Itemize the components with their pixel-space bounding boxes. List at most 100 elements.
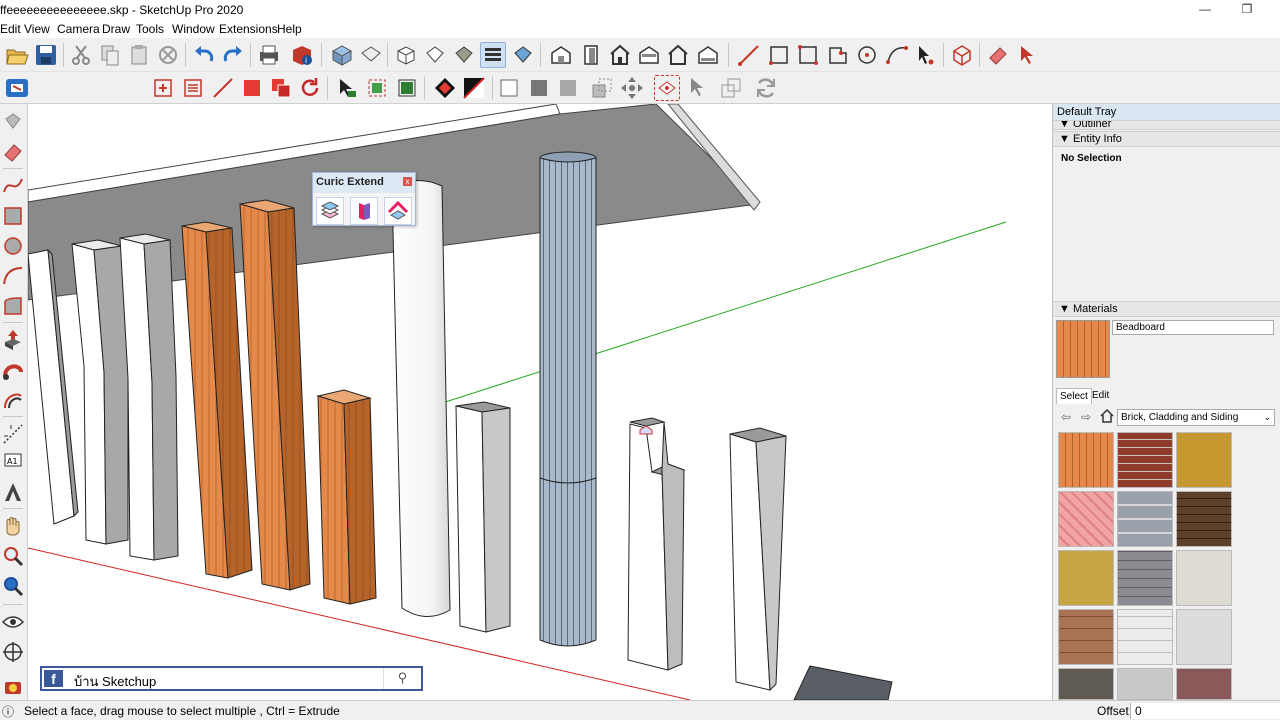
eraser-left-icon[interactable]	[1, 140, 25, 164]
erase-icon[interactable]	[155, 42, 181, 68]
green-box-icon[interactable]	[364, 75, 390, 101]
walk-icon[interactable]	[1, 640, 25, 664]
left-view-icon[interactable]	[695, 42, 721, 68]
add-point-icon[interactable]	[150, 75, 176, 101]
push-pull-icon[interactable]	[1, 328, 25, 352]
save-icon[interactable]	[33, 42, 59, 68]
menu-view[interactable]: View	[24, 22, 50, 36]
home-view-icon[interactable]	[607, 42, 633, 68]
redo-icon[interactable]	[220, 42, 246, 68]
wireframe-icon[interactable]	[422, 42, 448, 68]
curic-extend-up-icon[interactable]	[384, 197, 412, 225]
menu-help[interactable]: Help	[277, 22, 302, 36]
position-camera-icon[interactable]	[1, 674, 25, 698]
select-grey-icon[interactable]	[684, 75, 710, 101]
minimize-button[interactable]: —	[1190, 2, 1220, 20]
select-arrow-green-icon[interactable]	[334, 75, 360, 101]
materials-section[interactable]: ▼ Materials	[1053, 301, 1280, 317]
list-frame-icon[interactable]	[180, 75, 206, 101]
eraser-icon[interactable]	[985, 42, 1011, 68]
menu-edit[interactable]: Edit	[0, 22, 21, 36]
menu-window[interactable]: Window	[172, 22, 215, 36]
look-around-icon[interactable]	[1, 610, 25, 634]
material-swatch[interactable]	[1117, 550, 1173, 606]
copy-icon[interactable]	[97, 42, 123, 68]
outliner-section[interactable]: ▼ Outliner	[1053, 120, 1280, 130]
vcb-input[interactable]: 0	[1130, 703, 1280, 719]
tab-edit[interactable]: Edit	[1092, 390, 1109, 401]
model-info-icon[interactable]: i	[289, 42, 315, 68]
refresh-icon[interactable]	[753, 75, 779, 101]
arrow-select-icon[interactable]	[1014, 42, 1040, 68]
material-swatch[interactable]	[1117, 668, 1173, 700]
paint-bucket-icon[interactable]	[1, 110, 25, 134]
polygon-icon[interactable]	[825, 42, 851, 68]
component-icon[interactable]	[949, 42, 975, 68]
model-viewport[interactable]	[28, 104, 1052, 700]
grey-square-icon[interactable]	[526, 75, 552, 101]
arc-left-icon[interactable]	[1, 264, 25, 288]
zoom-extents-icon[interactable]	[1, 574, 25, 598]
home-icon[interactable]	[1099, 408, 1115, 427]
rectangle-icon[interactable]	[766, 42, 792, 68]
line-icon[interactable]	[736, 42, 762, 68]
arc-icon[interactable]	[884, 42, 910, 68]
freehand-icon[interactable]	[1, 174, 25, 198]
top-view-icon[interactable]	[358, 42, 384, 68]
circle-left-icon[interactable]	[1, 234, 25, 258]
forward-arrow-icon[interactable]: ⇨	[1081, 410, 1091, 424]
tab-select[interactable]: Select	[1056, 388, 1092, 404]
shaded-icon[interactable]	[480, 42, 506, 68]
print-icon[interactable]	[256, 42, 282, 68]
rotate-box-icon[interactable]	[654, 75, 680, 101]
hidden-line-icon[interactable]	[451, 42, 477, 68]
menu-tools[interactable]: Tools	[136, 22, 164, 36]
text-icon[interactable]: A1	[1, 450, 25, 474]
sketchup-logo-icon[interactable]	[3, 74, 29, 100]
move-icon[interactable]	[619, 75, 645, 101]
circle-icon[interactable]	[854, 42, 880, 68]
material-swatch[interactable]	[1176, 668, 1232, 700]
material-swatch[interactable]	[1058, 609, 1114, 665]
red-square-icon[interactable]	[239, 75, 265, 101]
material-swatch[interactable]	[1058, 491, 1114, 547]
cut-icon[interactable]	[68, 42, 94, 68]
material-name-field[interactable]: Beadboard	[1112, 320, 1274, 335]
stacked-squares-icon[interactable]	[268, 75, 294, 101]
rotated-rectangle-icon[interactable]	[795, 42, 821, 68]
tape-measure-icon[interactable]	[1, 422, 25, 446]
contrast-icon[interactable]	[461, 75, 487, 101]
search-icon[interactable]: ⚲	[383, 668, 421, 689]
material-preview[interactable]	[1056, 320, 1110, 378]
right-view-icon[interactable]	[636, 42, 662, 68]
material-swatch[interactable]	[1117, 432, 1173, 488]
maximize-button[interactable]: ❐	[1232, 2, 1262, 20]
material-swatch[interactable]	[1117, 491, 1173, 547]
material-swatch[interactable]	[1117, 609, 1173, 665]
iso-view-icon[interactable]	[329, 42, 355, 68]
entity-info-section[interactable]: ▼ Entity Info	[1053, 131, 1280, 147]
back-view-icon[interactable]	[665, 42, 691, 68]
light-grey-square-icon[interactable]	[555, 75, 581, 101]
menu-extensions[interactable]: Extensions	[219, 22, 278, 36]
material-swatch[interactable]	[1058, 550, 1114, 606]
select-icon[interactable]	[913, 42, 939, 68]
curic-extend-face-icon[interactable]	[316, 197, 344, 225]
material-swatch[interactable]	[1058, 668, 1114, 700]
rectangle-left-icon[interactable]	[1, 204, 25, 228]
textured-icon[interactable]	[510, 42, 536, 68]
info-icon[interactable]: ⓘ	[2, 703, 14, 720]
align-icon[interactable]	[589, 75, 615, 101]
offset-icon[interactable]	[1, 388, 25, 412]
paste-icon[interactable]	[126, 42, 152, 68]
curic-close-button[interactable]: x	[403, 177, 412, 186]
material-swatch[interactable]	[1176, 609, 1232, 665]
pan-icon[interactable]	[1, 514, 25, 538]
diagonal-line-icon[interactable]	[210, 75, 236, 101]
curic-extend-side-icon[interactable]	[350, 197, 378, 225]
material-picker-icon[interactable]	[432, 75, 458, 101]
pie-icon[interactable]	[1, 294, 25, 318]
material-swatch[interactable]	[1176, 491, 1232, 547]
3d-text-icon[interactable]	[1, 480, 25, 504]
material-swatch[interactable]	[1176, 550, 1232, 606]
